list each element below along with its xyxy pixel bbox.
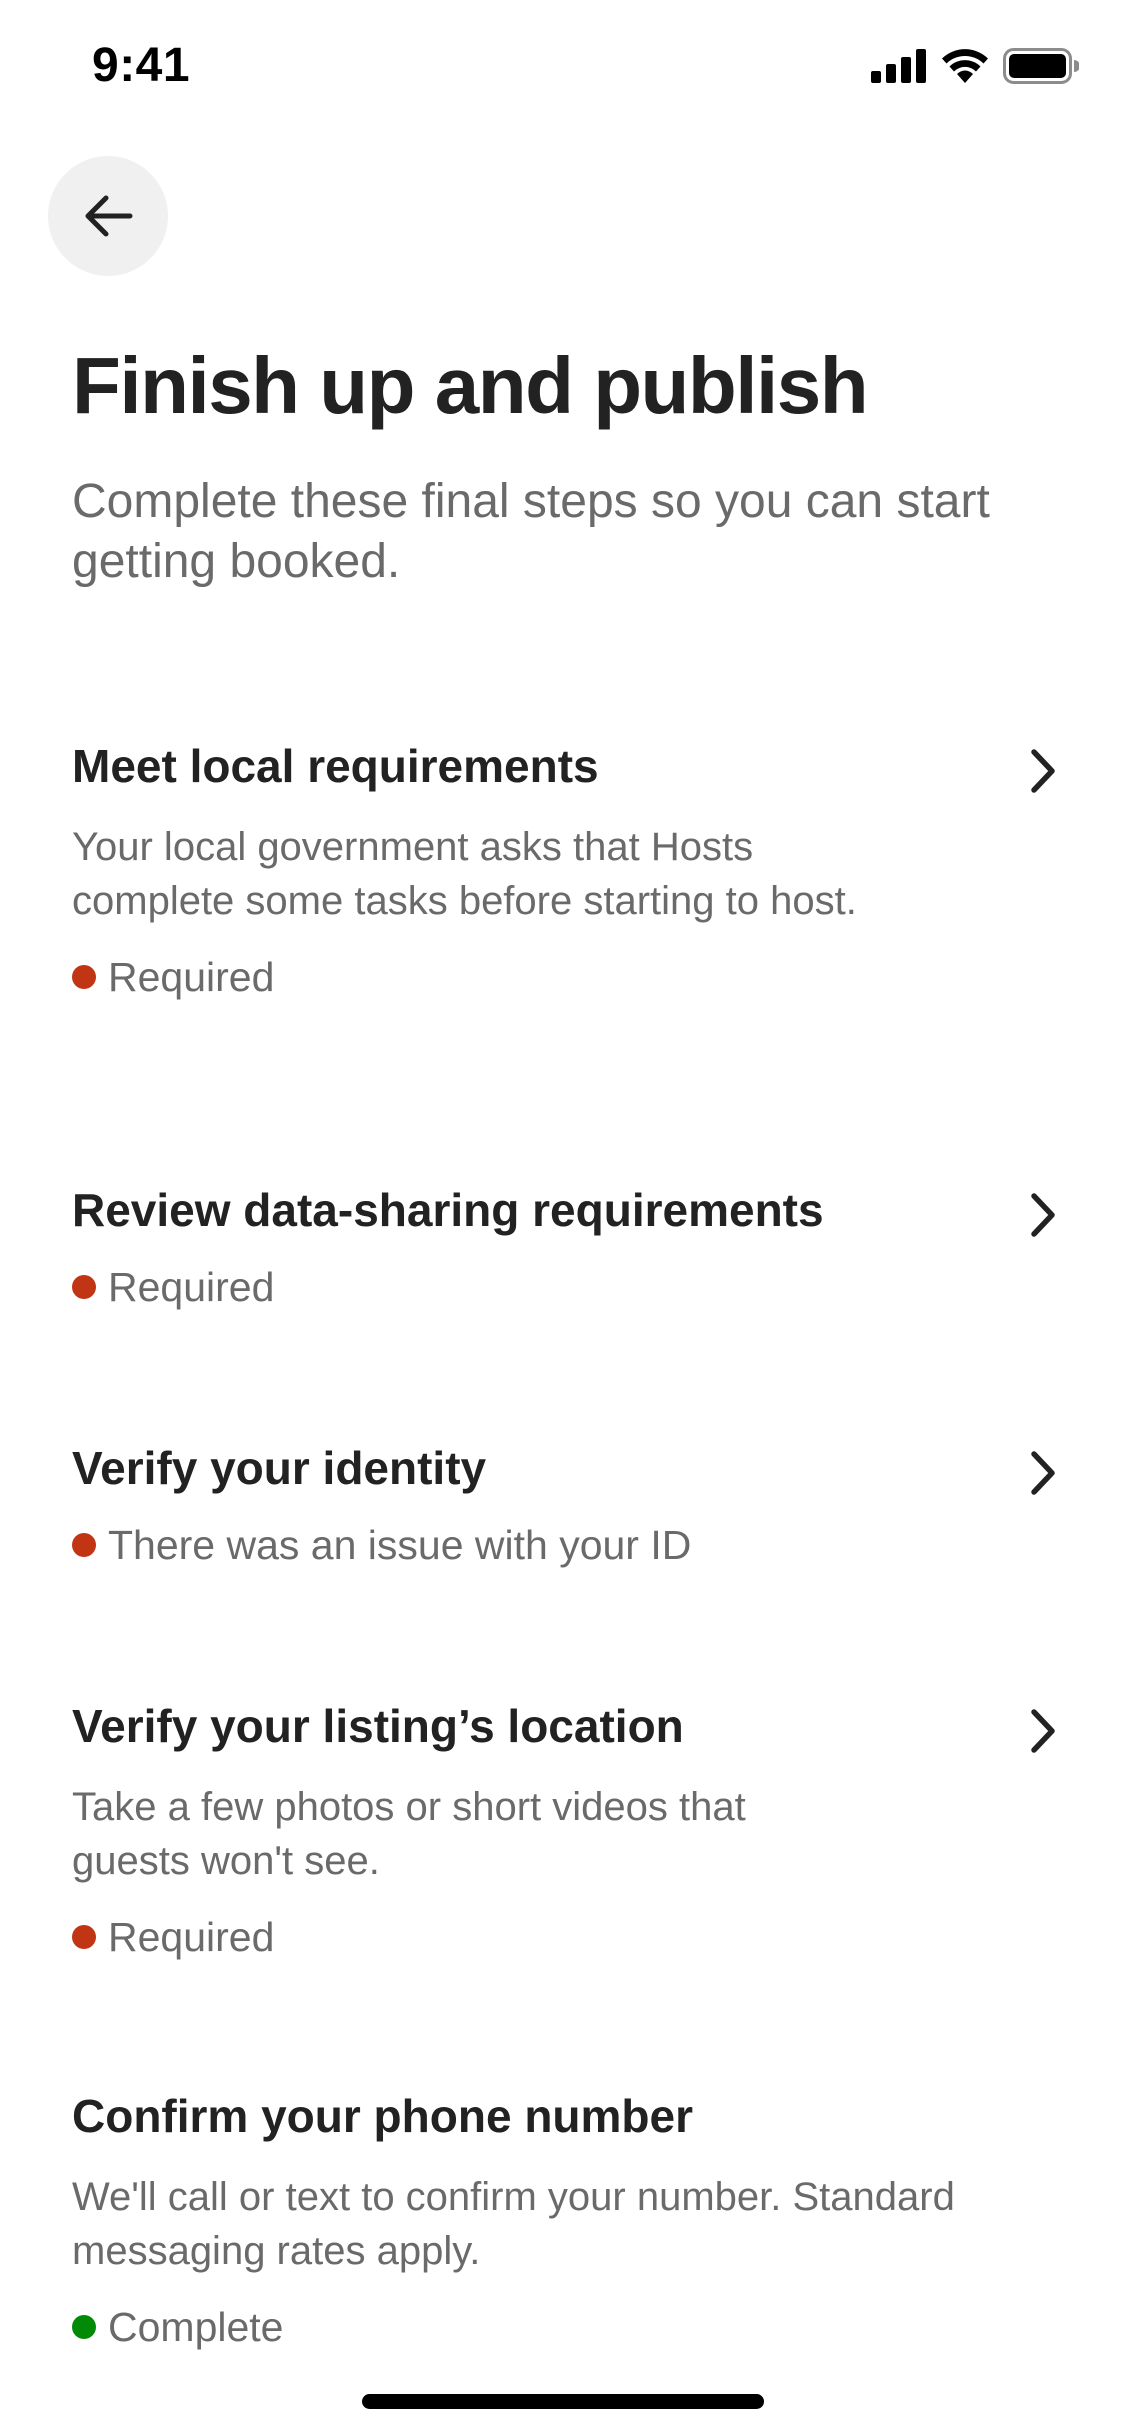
task-status-label: Required bbox=[108, 1914, 275, 1960]
task-description: Your local government asks that Hosts co… bbox=[72, 825, 857, 923]
task-verify-listing-location[interactable]: Verify your listing’s location Take a fe… bbox=[72, 1698, 1062, 1964]
task-title: Verify your identity bbox=[72, 1442, 487, 1494]
home-indicator[interactable] bbox=[362, 2394, 764, 2409]
page-subtitle: Complete these final steps so you can st… bbox=[72, 475, 990, 588]
task-status-label: Required bbox=[108, 954, 275, 1000]
chevron-right-icon bbox=[1031, 1451, 1055, 1495]
page-title: Finish up and publish bbox=[72, 341, 869, 430]
wifi-icon bbox=[942, 49, 988, 83]
task-title: Meet local requirements bbox=[72, 740, 599, 792]
task-confirm-phone-number[interactable]: Confirm your phone number We'll call or … bbox=[72, 2088, 1062, 2354]
chevron-right-icon bbox=[1031, 1709, 1055, 1753]
task-title: Verify your listing’s location bbox=[72, 1700, 684, 1752]
status-bar: 9:41 bbox=[0, 0, 1125, 140]
back-button[interactable] bbox=[48, 156, 168, 276]
task-status-label: Complete bbox=[108, 2304, 284, 2350]
task-verify-identity[interactable]: Verify your identity There was an issue … bbox=[72, 1440, 1062, 1572]
status-dot-required bbox=[72, 965, 96, 989]
cellular-signal-icon bbox=[871, 49, 926, 83]
task-status: Required bbox=[72, 950, 1062, 1004]
status-dot-required bbox=[72, 1533, 96, 1557]
task-status: Complete bbox=[72, 2300, 1062, 2354]
status-dot-required bbox=[72, 1275, 96, 1299]
status-icons bbox=[871, 48, 1079, 84]
status-dot-complete bbox=[72, 2315, 96, 2339]
task-title: Confirm your phone number bbox=[72, 2090, 693, 2142]
task-description: Take a few photos or short videos that g… bbox=[72, 1785, 746, 1883]
battery-icon bbox=[1003, 48, 1079, 84]
task-title: Review data-sharing requirements bbox=[72, 1184, 824, 1236]
task-review-data-sharing[interactable]: Review data-sharing requirements Require… bbox=[72, 1182, 1062, 1314]
task-status: Required bbox=[72, 1260, 1062, 1314]
chevron-right-icon bbox=[1031, 1193, 1055, 1237]
task-status-label: Required bbox=[108, 1264, 275, 1310]
task-status: There was an issue with your ID bbox=[72, 1518, 1062, 1572]
status-dot-required bbox=[72, 1925, 96, 1949]
chevron-right-icon bbox=[1031, 749, 1055, 793]
task-meet-local-requirements[interactable]: Meet local requirements Your local gover… bbox=[72, 738, 1062, 1004]
task-status-label: There was an issue with your ID bbox=[108, 1522, 692, 1568]
task-description: We'll call or text to confirm your numbe… bbox=[72, 2175, 955, 2273]
arrow-left-icon bbox=[85, 195, 133, 237]
task-status: Required bbox=[72, 1910, 1062, 1964]
status-time: 9:41 bbox=[92, 39, 191, 92]
